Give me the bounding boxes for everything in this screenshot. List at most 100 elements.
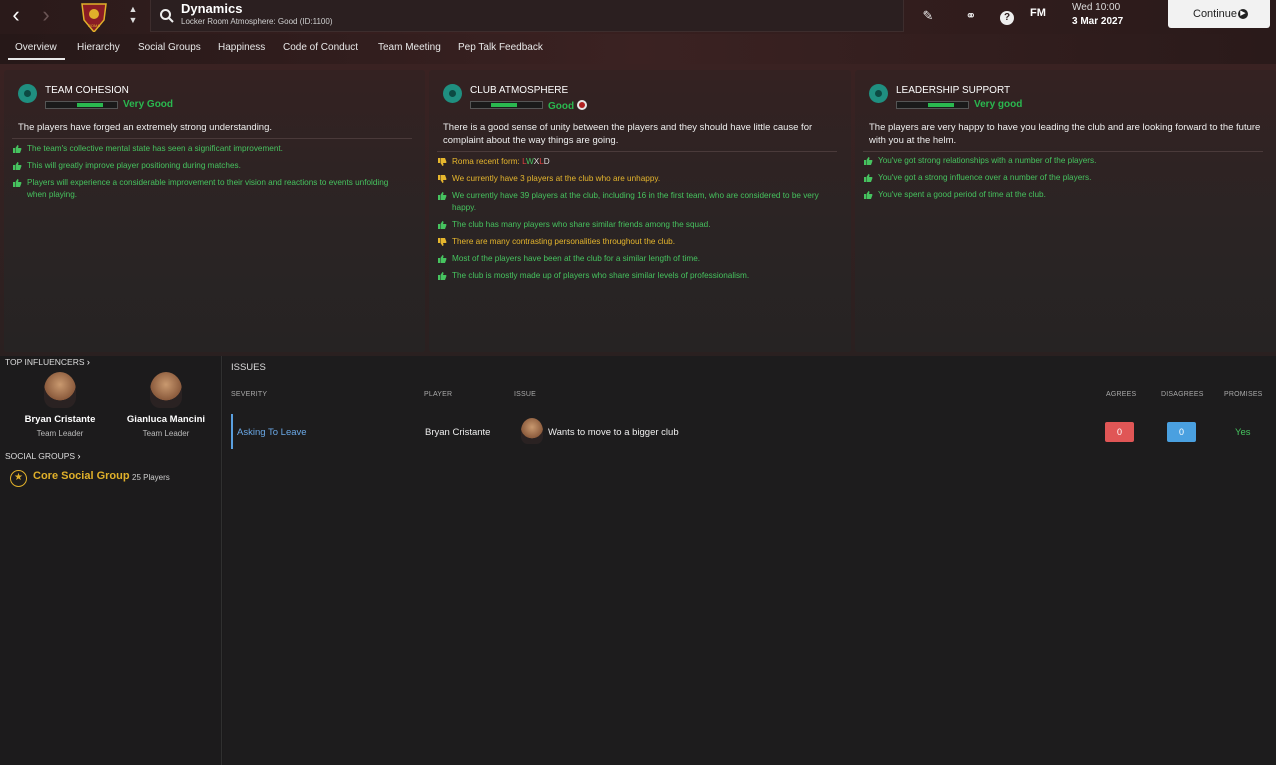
column-header-disagrees[interactable]: DISAGREES <box>1161 391 1204 398</box>
column-header-player[interactable]: PLAYER <box>424 391 452 398</box>
influencer-card[interactable]: Bryan Cristante Team Leader <box>10 372 110 438</box>
form-result: D <box>543 157 550 166</box>
thumbs-up-icon <box>438 192 447 200</box>
social-groups-heading[interactable]: SOCIAL GROUPS › <box>5 451 80 461</box>
thumbs-up-icon <box>864 157 873 165</box>
atmosphere-meter-fill <box>491 103 517 107</box>
star-icon: ★ <box>10 470 27 487</box>
factor-text: You've got a strong influence over a num… <box>878 173 1092 182</box>
factor-text: We currently have 39 players at the club… <box>452 191 819 212</box>
factor-item: There are many contrasting personalities… <box>437 236 827 248</box>
leadership-meter-fill <box>928 103 954 107</box>
factor-text: You've got strong relationships with a n… <box>878 156 1097 165</box>
factor-item: The club is mostly made up of players wh… <box>437 270 827 282</box>
tab-pep-talk-feedback[interactable]: Pep Talk Feedback <box>458 42 543 53</box>
factor-item: The team's collective mental state has s… <box>12 143 402 155</box>
influencer-role: Team Leader <box>142 429 190 438</box>
cohesion-rating: Very Good <box>123 99 174 110</box>
issue-player[interactable]: Bryan Cristante <box>425 427 490 438</box>
club-badge-icon[interactable]: ROMA <box>80 0 108 32</box>
thumbs-up-icon <box>438 272 447 280</box>
tab-team-meeting[interactable]: Team Meeting <box>378 42 441 53</box>
factor-item: You've got a strong influence over a num… <box>863 172 1253 184</box>
social-group-count: 25 Players <box>132 473 170 482</box>
thumbs-up-icon <box>864 191 873 199</box>
team-cohesion-panel: TEAM COHESION Very Good The players have… <box>4 70 425 352</box>
continue-button[interactable]: Continue ▶ <box>1168 0 1270 28</box>
influencer-card[interactable]: Gianluca Mancini Team Leader <box>116 372 216 438</box>
factor-item: We currently have 3 players at the club … <box>437 173 827 185</box>
tab-happiness[interactable]: Happiness <box>218 42 265 53</box>
thumbs-up-icon <box>438 255 447 263</box>
leadership-rating: Very good <box>974 99 1023 110</box>
game-date-time: Wed 10:00 <box>1072 2 1121 13</box>
factor-item: Players will experience a considerable i… <box>12 177 402 201</box>
thumbs-up-icon <box>864 174 873 182</box>
column-header-agrees[interactable]: AGREES <box>1106 391 1136 398</box>
social-group-name[interactable]: Core Social Group <box>33 470 130 482</box>
forward-arrow-icon[interactable]: › <box>34 4 58 28</box>
top-influencers-heading[interactable]: TOP INFLUENCERS › <box>5 357 90 367</box>
factor-text: The club has many players who share simi… <box>452 220 711 229</box>
thumbs-down-icon <box>438 175 447 183</box>
left-column: TOP INFLUENCERS › Bryan Cristante Team L… <box>0 356 222 765</box>
club-atmosphere-panel: CLUB ATMOSPHERE Good There is a good sen… <box>429 70 851 352</box>
sub-tabs: Overview Hierarchy Social Groups Happine… <box>0 34 1276 64</box>
disagrees-count: 0 <box>1167 422 1196 442</box>
thumbs-up-icon <box>13 145 22 153</box>
influencer-name: Gianluca Mancini <box>126 414 206 425</box>
club-badge-text: ROMA <box>88 23 100 28</box>
edit-pencil-icon[interactable]: ✎ <box>918 6 938 26</box>
panel-title: LEADERSHIP SUPPORT <box>896 85 1011 96</box>
divider <box>12 138 412 139</box>
tab-code-of-conduct[interactable]: Code of Conduct <box>283 42 358 53</box>
factor-text: We currently have 3 players at the club … <box>452 174 661 183</box>
influencer-role: Team Leader <box>36 429 84 438</box>
factor-text: This will greatly improve player positio… <box>27 161 241 170</box>
recent-form-item: Roma recent form: LWXLD <box>437 156 827 168</box>
tab-overview[interactable]: Overview <box>8 42 65 60</box>
avatar <box>44 372 76 408</box>
globe-icon[interactable]: ⚭ <box>961 6 981 26</box>
thumbs-up-icon <box>13 162 22 170</box>
game-date: Wed 10:00 3 Mar 2027 <box>1072 1 1123 29</box>
issues-title: ISSUES <box>231 362 266 373</box>
table-row[interactable]: Asking To Leave Bryan Cristante Wants to… <box>231 414 1271 450</box>
cohesion-meter-fill <box>77 103 103 107</box>
continue-label: Continue <box>1193 8 1238 20</box>
tab-hierarchy[interactable]: Hierarchy <box>77 42 120 53</box>
cohesion-meter <box>45 101 118 109</box>
factor-item: We currently have 39 players at the club… <box>437 190 827 214</box>
column-header-severity[interactable]: SEVERITY <box>231 391 267 398</box>
panel-title: CLUB ATMOSPHERE <box>470 85 569 96</box>
issue-severity[interactable]: Asking To Leave <box>237 427 307 438</box>
column-header-issue[interactable]: ISSUE <box>514 391 536 398</box>
factor-text: You've spent a good period of time at th… <box>878 190 1046 199</box>
game-date-day: 3 Mar 2027 <box>1072 16 1124 27</box>
factor-text: There are many contrasting personalities… <box>452 237 676 246</box>
severity-indicator <box>231 414 233 449</box>
fm-logo[interactable]: FM <box>1030 7 1046 19</box>
factor-text: Most of the players have been at the clu… <box>452 254 701 263</box>
club-switch-arrows-icon[interactable]: ▲ ▼ <box>126 4 140 26</box>
panel-title: TEAM COHESION <box>45 85 129 96</box>
help-icon[interactable]: ? <box>997 6 1017 26</box>
leadership-summary: The players are very happy to have you l… <box>869 122 1261 146</box>
column-header-promises[interactable]: PROMISES <box>1224 391 1263 398</box>
thumbs-up-icon <box>13 179 22 187</box>
leadership-support-panel: LEADERSHIP SUPPORT Very good The players… <box>855 70 1276 352</box>
atmosphere-summary: There is a good sense of unity between t… <box>443 122 813 146</box>
back-arrow-icon[interactable]: ‹ <box>4 4 28 28</box>
title-box: Dynamics Locker Room Atmosphere: Good (I… <box>150 0 904 32</box>
atmosphere-rating: Good <box>548 99 588 112</box>
issue-description: Wants to move to a bigger club <box>548 427 679 438</box>
team-cohesion-icon <box>18 84 37 103</box>
form-result: W <box>526 157 534 166</box>
tab-social-groups[interactable]: Social Groups <box>138 42 201 53</box>
factor-item: The club has many players who share simi… <box>437 219 827 231</box>
search-icon[interactable] <box>159 8 175 24</box>
agrees-count: 0 <box>1105 422 1134 442</box>
leadership-support-icon <box>869 84 888 103</box>
chevron-right-icon: › <box>77 451 81 461</box>
thumbs-down-icon <box>438 158 447 166</box>
